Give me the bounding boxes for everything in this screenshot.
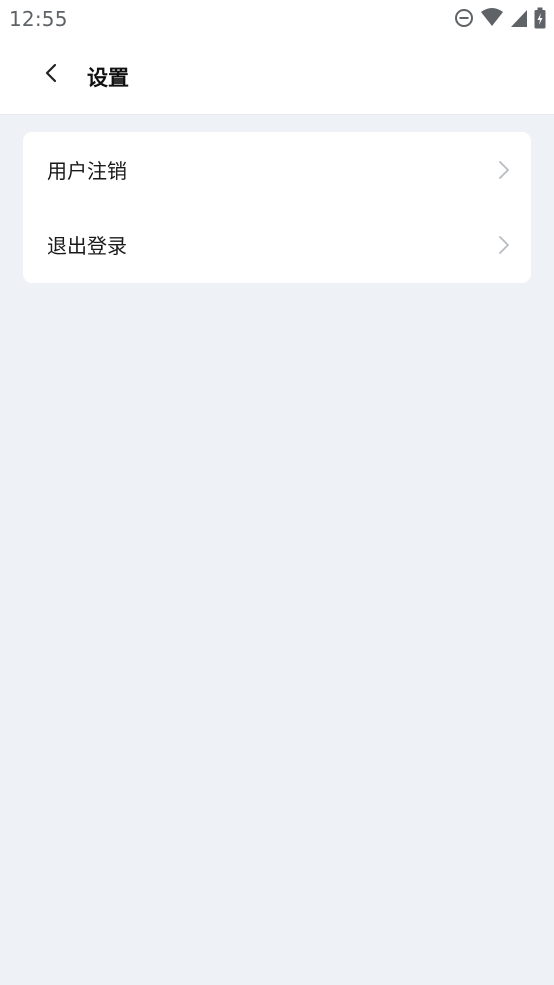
menu-item-deregister-user[interactable]: 用户注销: [23, 132, 531, 207]
menu-item-logout[interactable]: 退出登录: [23, 207, 531, 282]
back-button[interactable]: [34, 58, 68, 92]
settings-menu-card: 用户注销 退出登录: [23, 132, 531, 283]
chevron-right-icon: [497, 235, 511, 255]
chevron-right-icon: [497, 160, 511, 180]
status-time: 12:55: [9, 7, 68, 31]
battery-icon: [534, 7, 546, 29]
status-bar: 12:55: [0, 0, 554, 38]
settings-screen: 12:55 设置 用户注销 退出登录: [0, 0, 554, 985]
header-area: 12:55 设置: [0, 0, 554, 115]
menu-item-label: 退出登录: [47, 234, 127, 258]
page-title: 设置: [87, 66, 129, 90]
signal-icon: [510, 8, 528, 28]
chevron-left-icon: [44, 63, 58, 87]
nav-bar: 设置: [0, 38, 554, 115]
menu-item-label: 用户注销: [47, 159, 127, 183]
status-icons: [454, 7, 546, 29]
dnd-icon: [454, 8, 474, 28]
wifi-icon: [480, 8, 504, 28]
